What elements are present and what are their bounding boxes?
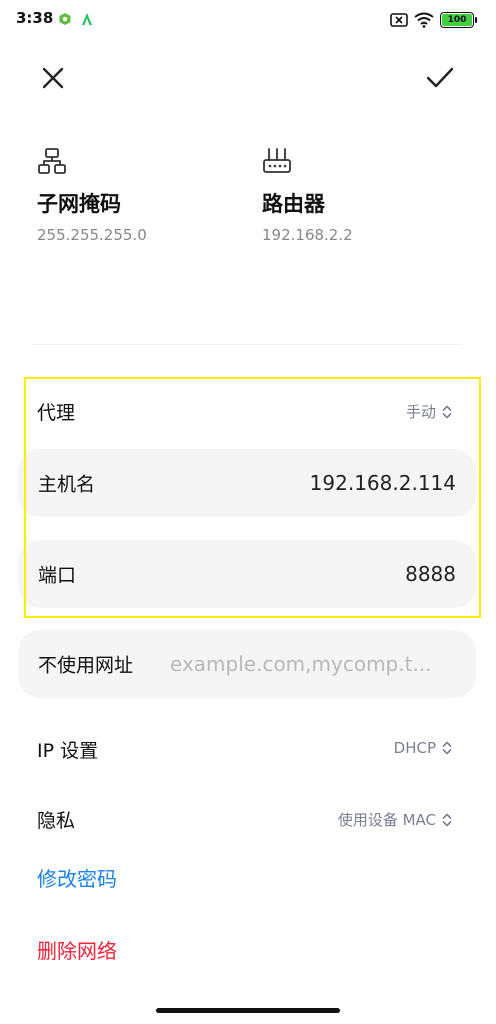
wifi-icon [414,12,434,28]
ip-settings-value: DHCP [393,739,436,757]
delete-network-button[interactable]: 删除网络 [37,935,117,964]
hostname-label: 主机名 [38,473,96,496]
chevron-updown-icon [442,813,452,826]
network-tree-icon [38,148,66,174]
router-value: 192.168.2.2 [262,226,353,244]
bypass-field[interactable]: 不使用网址 [18,630,476,698]
subnet-info: 子网掩码 255.255.255.0 [37,146,147,244]
close-icon [42,67,64,89]
subnet-value: 255.255.255.0 [37,226,147,244]
hostname-field[interactable]: 主机名 192.168.2.114 [18,449,476,517]
privacy-label: 隐私 [37,810,76,832]
privacy-select[interactable]: 使用设备 MAC [338,809,452,830]
battery-icon: 100 [440,12,477,28]
port-label: 端口 [38,564,77,587]
port-field[interactable]: 端口 8888 [18,540,476,608]
app-icon-a [82,13,92,25]
privacy-row[interactable]: 隐私 使用设备 MAC [0,798,496,842]
chevron-updown-icon [442,741,452,755]
hostname-value[interactable]: 192.168.2.114 [310,471,456,495]
close-button[interactable] [33,58,73,98]
status-time: 3:38 [16,9,54,27]
confirm-button[interactable] [420,58,460,98]
ip-settings-select[interactable]: DHCP [394,739,452,757]
home-indicator[interactable] [156,1008,340,1013]
router-info: 路由器 192.168.2.2 [262,146,353,244]
status-bar: 3:38 100 [0,0,496,40]
check-icon [426,67,454,88]
port-value[interactable]: 8888 [405,562,456,586]
proxy-row[interactable]: 代理 手动 [0,390,496,434]
ip-settings-row[interactable]: IP 设置 DHCP [0,728,496,772]
proxy-label: 代理 [37,402,76,424]
bypass-input[interactable] [170,652,460,676]
ip-settings-label: IP 设置 [37,740,99,762]
battery-level: 100 [442,14,472,26]
section-divider [32,344,462,345]
router-icon [263,148,291,173]
no-sim-icon [390,13,408,27]
bypass-label: 不使用网址 [38,654,134,677]
proxy-mode-select[interactable]: 手动 [406,401,452,422]
privacy-value: 使用设备 MAC [337,811,436,829]
proxy-mode-value: 手动 [405,403,436,421]
chevron-updown-icon [442,405,452,418]
router-title: 路由器 [262,192,325,216]
change-password-link[interactable]: 修改密码 [37,863,117,892]
app-icon-green [59,13,71,25]
status-icons: 100 [390,10,477,30]
subnet-title: 子网掩码 [37,192,121,216]
